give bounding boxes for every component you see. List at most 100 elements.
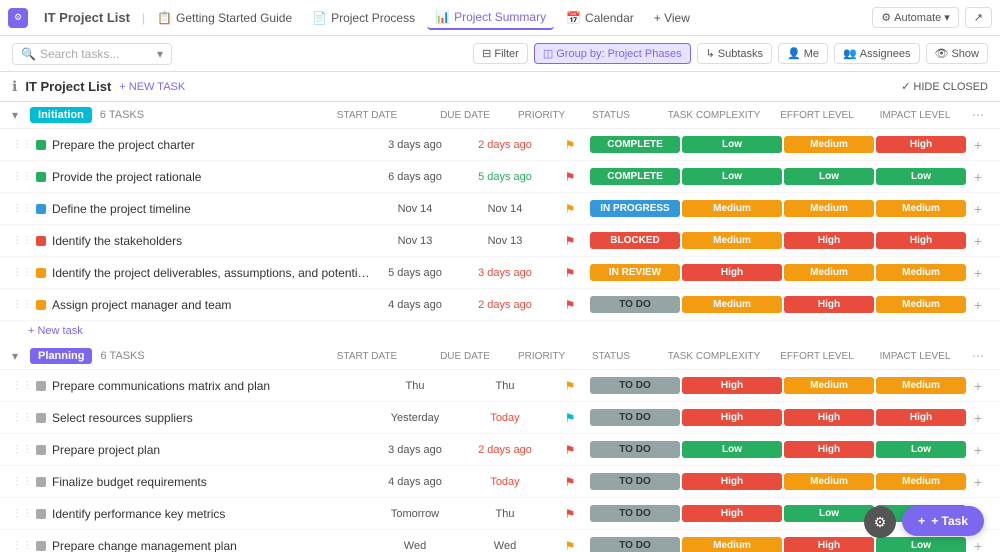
drag-handle-icon[interactable]: ⋮⋮ — [12, 171, 32, 182]
task-impact-cell[interactable]: Medium — [876, 473, 966, 490]
task-effort-cell[interactable]: High — [784, 441, 874, 458]
task-more-icon[interactable]: + — [968, 201, 988, 217]
drag-handle-icon[interactable]: ⋮⋮ — [12, 380, 32, 391]
task-effort-cell[interactable]: Medium — [784, 200, 874, 217]
task-complexity-cell[interactable]: Medium — [682, 200, 782, 217]
task-effort-cell[interactable]: High — [784, 232, 874, 249]
task-status-cell[interactable]: COMPLETE — [590, 136, 680, 153]
task-status-cell[interactable]: TO DO — [590, 473, 680, 490]
task-effort-cell[interactable]: Medium — [784, 136, 874, 153]
task-status-cell[interactable]: IN PROGRESS — [590, 200, 680, 217]
task-effort-cell[interactable]: High — [784, 409, 874, 426]
task-more-icon[interactable]: + — [968, 233, 988, 249]
drag-handle-icon[interactable]: ⋮⋮ — [12, 235, 32, 246]
task-impact-cell[interactable]: Medium — [876, 264, 966, 281]
add-task-button[interactable]: + + Task — [902, 506, 984, 536]
task-priority[interactable]: ⚑ — [550, 170, 590, 184]
task-name[interactable]: Finalize budget requirements — [52, 475, 370, 489]
task-name[interactable]: Assign project manager and team — [52, 298, 370, 312]
group-by-button[interactable]: ◫ Group by: Project Phases — [534, 43, 691, 64]
task-priority[interactable]: ⚑ — [550, 202, 590, 216]
task-impact-cell[interactable]: High — [876, 136, 966, 153]
task-name[interactable]: Prepare change management plan — [52, 539, 370, 552]
assignees-button[interactable]: 👥 Assignees — [834, 43, 919, 64]
drag-handle-icon[interactable]: ⋮⋮ — [12, 540, 32, 551]
tab-getting-started[interactable]: 📋 Getting Started Guide — [149, 7, 300, 29]
task-effort-cell[interactable]: High — [784, 296, 874, 313]
tab-project-summary[interactable]: 📊 Project Summary — [427, 6, 554, 30]
drag-handle-icon[interactable]: ⋮⋮ — [12, 299, 32, 310]
drag-handle-icon[interactable]: ⋮⋮ — [12, 444, 32, 455]
task-impact-cell[interactable]: Low — [876, 537, 966, 552]
task-status-cell[interactable]: BLOCKED — [590, 232, 680, 249]
phase-collapse-icon[interactable]: ▾ — [12, 108, 18, 122]
task-status-cell[interactable]: IN REVIEW — [590, 264, 680, 281]
task-effort-cell[interactable]: Medium — [784, 264, 874, 281]
task-status-cell[interactable]: TO DO — [590, 296, 680, 313]
task-priority[interactable]: ⚑ — [550, 266, 590, 280]
drag-handle-icon[interactable]: ⋮⋮ — [12, 139, 32, 150]
task-more-icon[interactable]: + — [968, 410, 988, 426]
task-complexity-cell[interactable]: High — [682, 377, 782, 394]
task-name[interactable]: Provide the project rationale — [52, 170, 370, 184]
task-priority[interactable]: ⚑ — [550, 234, 590, 248]
new-task-row[interactable]: + New task — [0, 321, 1000, 343]
task-impact-cell[interactable]: Low — [876, 168, 966, 185]
task-impact-cell[interactable]: Medium — [876, 296, 966, 313]
task-effort-cell[interactable]: Low — [784, 168, 874, 185]
task-more-icon[interactable]: + — [968, 169, 988, 185]
drag-handle-icon[interactable]: ⋮⋮ — [12, 508, 32, 519]
phase-settings-icon[interactable]: ⋯ — [968, 108, 988, 122]
task-priority[interactable]: ⚑ — [550, 298, 590, 312]
new-task-link[interactable]: + NEW TASK — [119, 81, 185, 93]
tab-project-process[interactable]: 📄 Project Process — [304, 7, 423, 29]
task-priority[interactable]: ⚑ — [550, 539, 590, 552]
task-status-cell[interactable]: COMPLETE — [590, 168, 680, 185]
task-complexity-cell[interactable]: High — [682, 473, 782, 490]
task-impact-cell[interactable]: Low — [876, 441, 966, 458]
task-name[interactable]: Identify the project deliverables, assum… — [52, 266, 370, 280]
task-complexity-cell[interactable]: Medium — [682, 537, 782, 552]
task-priority[interactable]: ⚑ — [550, 138, 590, 152]
search-box[interactable]: 🔍 Search tasks... ▾ — [12, 43, 172, 65]
tab-add-view[interactable]: + View — [646, 7, 698, 29]
settings-button[interactable]: ⚙ — [864, 506, 896, 538]
task-complexity-cell[interactable]: Low — [682, 136, 782, 153]
task-effort-cell[interactable]: Medium — [784, 377, 874, 394]
task-name[interactable]: Prepare the project charter — [52, 138, 370, 152]
task-name[interactable]: Identify the stakeholders — [52, 234, 370, 248]
task-name[interactable]: Identify performance key metrics — [52, 507, 370, 521]
task-more-icon[interactable]: + — [968, 378, 988, 394]
phase-collapse-icon[interactable]: ▾ — [12, 349, 18, 363]
task-complexity-cell[interactable]: High — [682, 505, 782, 522]
tab-calendar[interactable]: 📅 Calendar — [558, 7, 642, 29]
drag-handle-icon[interactable]: ⋮⋮ — [12, 412, 32, 423]
task-effort-cell[interactable]: Medium — [784, 473, 874, 490]
task-more-icon[interactable]: + — [968, 265, 988, 281]
task-name[interactable]: Define the project timeline — [52, 202, 370, 216]
task-name[interactable]: Select resources suppliers — [52, 411, 370, 425]
phase-settings-icon[interactable]: ⋯ — [968, 349, 988, 363]
task-more-icon[interactable]: + — [968, 442, 988, 458]
task-complexity-cell[interactable]: Medium — [682, 296, 782, 313]
task-effort-cell[interactable]: Low — [784, 505, 874, 522]
automate-button[interactable]: ⚙ Automate ▾ — [872, 7, 959, 28]
task-priority[interactable]: ⚑ — [550, 475, 590, 489]
task-more-icon[interactable]: + — [968, 297, 988, 313]
show-button[interactable]: 👁 Show — [926, 43, 989, 64]
me-button[interactable]: 👤 Me — [778, 43, 828, 64]
task-priority[interactable]: ⚑ — [550, 411, 590, 425]
task-complexity-cell[interactable]: Medium — [682, 232, 782, 249]
share-button[interactable]: ↗ — [965, 7, 992, 28]
nav-project-name[interactable]: IT Project List — [36, 6, 138, 29]
drag-handle-icon[interactable]: ⋮⋮ — [12, 203, 32, 214]
task-complexity-cell[interactable]: High — [682, 409, 782, 426]
task-complexity-cell[interactable]: Low — [682, 441, 782, 458]
task-status-cell[interactable]: TO DO — [590, 441, 680, 458]
task-more-icon[interactable]: + — [968, 474, 988, 490]
subtasks-button[interactable]: ↳ Subtasks — [697, 43, 772, 64]
task-name[interactable]: Prepare project plan — [52, 443, 370, 457]
task-status-cell[interactable]: TO DO — [590, 505, 680, 522]
task-impact-cell[interactable]: High — [876, 232, 966, 249]
task-complexity-cell[interactable]: High — [682, 264, 782, 281]
